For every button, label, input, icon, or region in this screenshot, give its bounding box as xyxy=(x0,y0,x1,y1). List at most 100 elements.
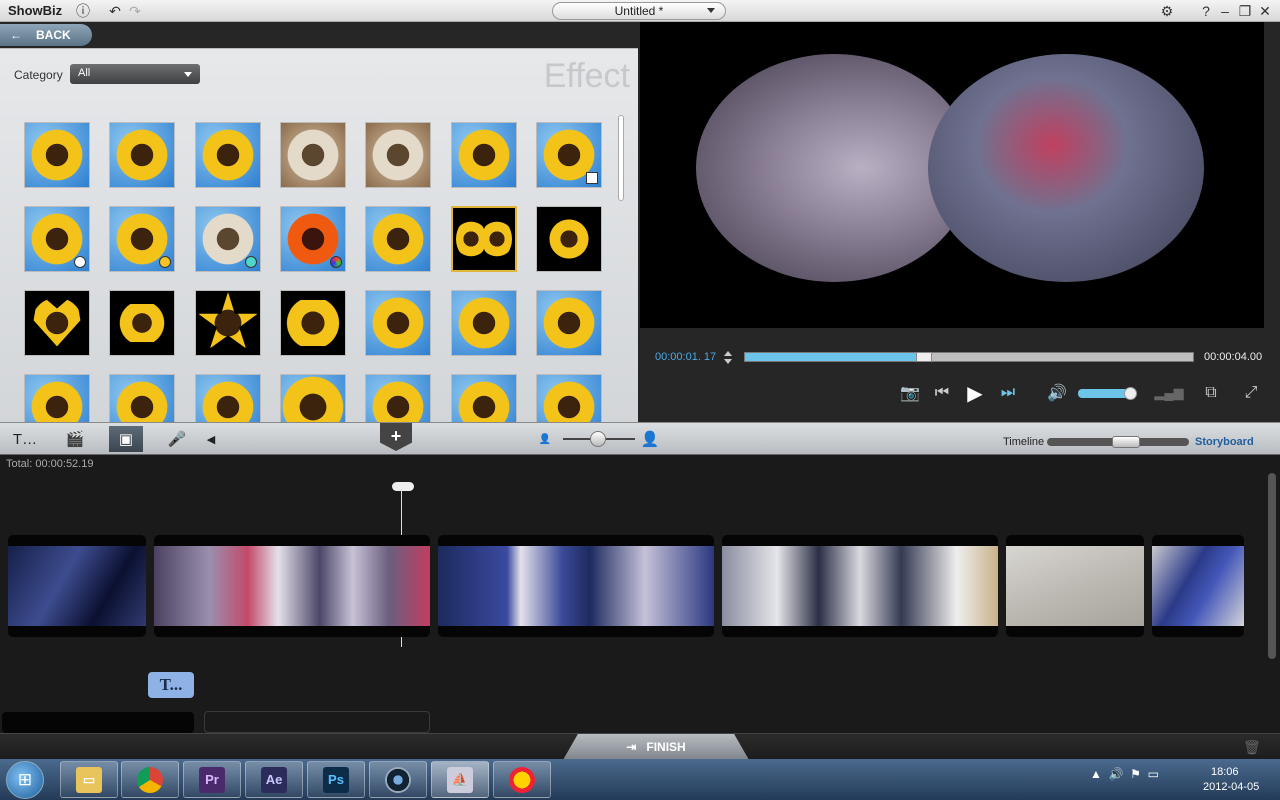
effect-thumb[interactable] xyxy=(109,290,175,356)
effect-thumb[interactable] xyxy=(109,206,175,272)
help-icon[interactable]: ? xyxy=(1197,2,1215,20)
clip-thumbnail xyxy=(154,546,430,626)
effect-thumb[interactable] xyxy=(280,290,346,356)
taskbar-premiere[interactable]: Pr xyxy=(183,761,241,798)
view-mode-knob[interactable] xyxy=(1112,436,1140,448)
storyboard-clip[interactable] xyxy=(1152,535,1244,637)
title-track-clip[interactable] xyxy=(2,712,194,733)
restore-icon[interactable]: ❐ xyxy=(1236,2,1254,20)
effect-thumb[interactable] xyxy=(451,122,517,188)
sunflower-image xyxy=(116,381,168,422)
volume-knob[interactable] xyxy=(1124,387,1137,400)
effect-thumb[interactable] xyxy=(24,374,90,422)
transition-tool-icon[interactable]: 🎬 xyxy=(58,426,92,452)
play-icon[interactable]: ▶ xyxy=(965,382,985,405)
effect-thumb[interactable] xyxy=(280,206,346,272)
title-tool-icon[interactable]: T… xyxy=(8,426,42,452)
storyboard-scrollbar[interactable] xyxy=(1268,473,1276,659)
effect-thumb[interactable] xyxy=(365,374,431,422)
clock-date[interactable]: 2012-04-05 xyxy=(1203,781,1259,793)
taskbar-photoshop[interactable]: Ps xyxy=(307,761,365,798)
next-frame-icon[interactable]: ⏭ xyxy=(1000,382,1016,404)
effect-thumb[interactable] xyxy=(109,122,175,188)
effect-thumb[interactable] xyxy=(536,122,602,188)
storyboard-clip[interactable] xyxy=(722,535,998,637)
trash-icon[interactable]: 🗑 xyxy=(1243,739,1261,756)
preview-panel: 00:00:01. 17 00:00:04.00 📷 ⏮ ▶ ⏭ 🔊 ▂▄▆ ⧉… xyxy=(640,22,1280,422)
volume-icon[interactable]: 🔊 xyxy=(1047,382,1067,404)
storyboard-clip[interactable] xyxy=(8,535,146,637)
back-button[interactable]: ← BACK xyxy=(0,24,92,46)
scrubber-handle[interactable] xyxy=(916,352,932,362)
redo-icon[interactable]: ↷ xyxy=(126,2,144,20)
effect-thumb[interactable] xyxy=(451,374,517,422)
current-time[interactable]: 00:00:01. 17 xyxy=(655,351,716,363)
total-duration-label: Total: xyxy=(6,458,33,470)
previous-frame-icon[interactable]: ⏮ xyxy=(934,382,950,404)
time-spinner-icon[interactable] xyxy=(724,351,732,365)
effect-thumb[interactable] xyxy=(365,206,431,272)
title-track-marker[interactable]: T... xyxy=(148,672,194,698)
effect-thumb[interactable] xyxy=(195,122,261,188)
taskbar-explorer[interactable]: ▭ xyxy=(60,761,118,798)
fullscreen-icon[interactable]: ⤢ xyxy=(1242,382,1260,404)
effect-thumb[interactable] xyxy=(195,374,261,422)
storyboard-clip[interactable] xyxy=(438,535,714,637)
playhead-handle[interactable] xyxy=(392,482,414,491)
effect-thumb[interactable] xyxy=(280,374,346,422)
library-scrollbar[interactable] xyxy=(618,115,624,201)
effect-thumb[interactable] xyxy=(24,122,90,188)
effect-thumb-selected[interactable] xyxy=(451,206,517,272)
effect-thumb[interactable] xyxy=(451,290,517,356)
minimize-icon[interactable]: – xyxy=(1216,2,1234,20)
effect-thumb[interactable] xyxy=(365,122,431,188)
sunflower-image xyxy=(458,129,510,181)
snapshot-camera-icon[interactable]: 📷 xyxy=(900,382,920,404)
close-icon[interactable]: ✕ xyxy=(1256,2,1274,20)
storyboard-clip[interactable] xyxy=(1006,535,1144,637)
title-track-empty-slot[interactable] xyxy=(204,711,430,733)
project-title-dropdown[interactable]: Untitled * xyxy=(552,2,726,20)
clock-time[interactable]: 18:06 xyxy=(1211,766,1239,778)
taskbar-camera-app[interactable] xyxy=(369,761,427,798)
dual-view-icon[interactable]: ⧉ xyxy=(1202,382,1220,404)
taskbar-showbiz[interactable]: ⛵ xyxy=(431,761,489,798)
effect-thumb[interactable] xyxy=(24,206,90,272)
taskbar-sun-app[interactable] xyxy=(493,761,551,798)
effect-thumb[interactable] xyxy=(536,374,602,422)
effect-thumb[interactable] xyxy=(536,206,602,272)
microphone-icon[interactable]: 🎤 xyxy=(160,426,194,452)
chevron-left-icon[interactable]: ◀ xyxy=(203,426,219,452)
after-effects-icon: Ae xyxy=(261,766,287,793)
start-button[interactable]: ⊞ xyxy=(6,761,44,799)
effect-thumb[interactable] xyxy=(365,290,431,356)
storyboard-clip[interactable] xyxy=(154,535,430,637)
effect-thumb[interactable] xyxy=(109,374,175,422)
effect-thumb[interactable] xyxy=(280,122,346,188)
clip-thumbnail xyxy=(722,546,998,626)
effect-thumb[interactable] xyxy=(24,290,90,356)
finish-button[interactable]: ⇥ FINISH xyxy=(563,734,749,760)
clip-thumbnail xyxy=(1152,546,1244,626)
brightness-icon xyxy=(159,256,171,268)
video-preview[interactable] xyxy=(640,22,1264,328)
info-icon[interactable]: ⓘ xyxy=(74,2,92,20)
quality-bars-icon[interactable]: ▂▄▆ xyxy=(1154,382,1184,404)
project-title: Untitled * xyxy=(614,4,664,18)
system-tray[interactable]: ▲ 🔊 ⚑ ▭ xyxy=(1090,767,1159,781)
taskbar-chrome[interactable] xyxy=(121,761,179,798)
zoom-knob[interactable] xyxy=(590,431,606,447)
effect-thumb[interactable] xyxy=(536,290,602,356)
category-dropdown[interactable]: All xyxy=(70,64,200,84)
playback-scrubber[interactable] xyxy=(744,352,1194,362)
gear-icon[interactable]: ⚙ xyxy=(1158,2,1176,20)
effect-thumb[interactable] xyxy=(195,206,261,272)
undo-icon[interactable]: ↶ xyxy=(106,2,124,20)
storyboard-label[interactable]: Storyboard xyxy=(1195,436,1254,448)
taskbar-after-effects[interactable]: Ae xyxy=(245,761,303,798)
effect-thumb[interactable] xyxy=(195,290,261,356)
add-to-storyboard-button[interactable]: + xyxy=(380,423,412,451)
sunflower-image xyxy=(31,129,83,181)
effect-tool-icon[interactable]: ▣ xyxy=(109,426,143,452)
timeline-label[interactable]: Timeline xyxy=(1003,436,1044,448)
